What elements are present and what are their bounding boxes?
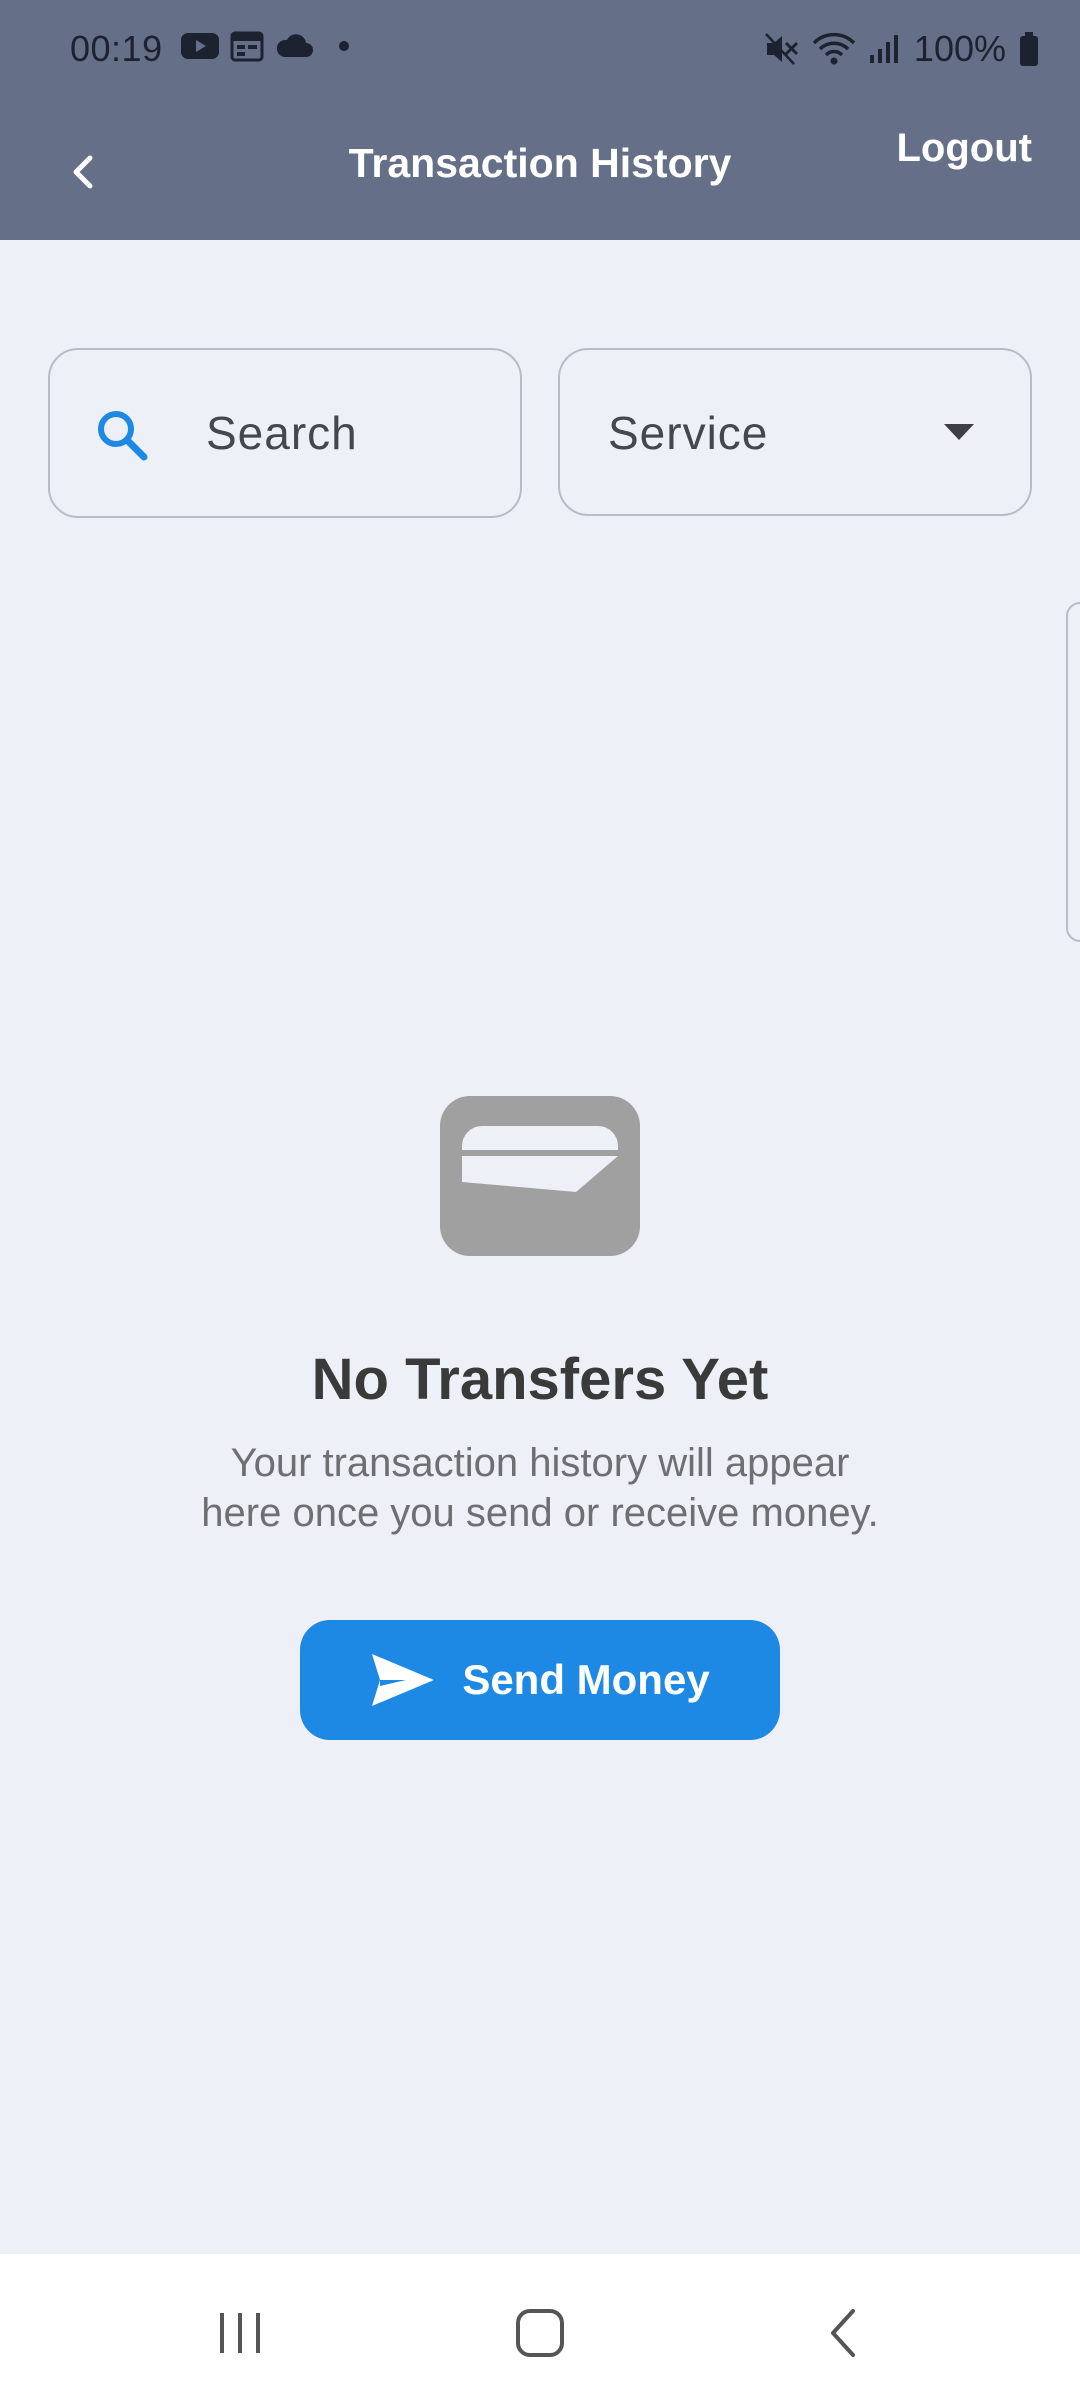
caret-down-icon xyxy=(944,424,974,440)
search-icon xyxy=(98,411,148,461)
back-icon xyxy=(831,2309,855,2357)
home-icon xyxy=(516,2309,564,2357)
service-dropdown[interactable]: Service xyxy=(558,348,1032,516)
wallet-icon xyxy=(440,1096,640,1256)
search-input[interactable]: Search xyxy=(48,348,522,518)
empty-state-title: No Transfers Yet xyxy=(311,1347,769,1412)
youtube-icon xyxy=(180,31,220,61)
app-bar: Transaction History Logout xyxy=(0,96,1080,240)
empty-state-message-line2: here once you send or receive money. xyxy=(201,1491,879,1535)
recent-apps-button[interactable] xyxy=(205,2298,275,2368)
screen: 00:19 100% Transaction History Logout Se… xyxy=(0,0,1080,2400)
empty-state-message: Your transaction history will appear her… xyxy=(140,1438,940,1538)
send-icon xyxy=(372,1654,435,1706)
dot-icon xyxy=(338,40,350,52)
status-system-icons: 100% xyxy=(764,28,1040,70)
scrollbar-handle[interactable] xyxy=(1066,602,1080,942)
cloud-icon xyxy=(274,33,314,59)
send-money-button[interactable]: Send Money xyxy=(300,1620,780,1740)
status-time: 00:19 xyxy=(70,28,163,69)
home-button[interactable] xyxy=(505,2298,575,2368)
logout-button[interactable]: Logout xyxy=(897,126,1033,171)
calendar-icon xyxy=(230,30,264,62)
header: 00:19 100% Transaction History Logout xyxy=(0,0,1080,240)
recent-apps-icon xyxy=(220,2313,260,2353)
send-money-label: Send Money xyxy=(462,1656,710,1703)
battery-icon xyxy=(1018,31,1040,67)
status-bar: 00:19 100% xyxy=(0,0,1080,96)
empty-state-message-line1: Your transaction history will appear xyxy=(230,1441,850,1485)
nav-back-button[interactable] xyxy=(810,2298,880,2368)
search-placeholder: Search xyxy=(206,407,358,459)
mute-icon xyxy=(764,32,800,66)
wifi-icon xyxy=(812,32,856,66)
battery-percent: 100% xyxy=(913,28,1006,69)
signal-icon xyxy=(868,33,902,65)
status-notification-icons xyxy=(180,30,350,62)
system-nav-bar xyxy=(0,2254,1080,2400)
service-dropdown-label: Service xyxy=(608,407,769,459)
